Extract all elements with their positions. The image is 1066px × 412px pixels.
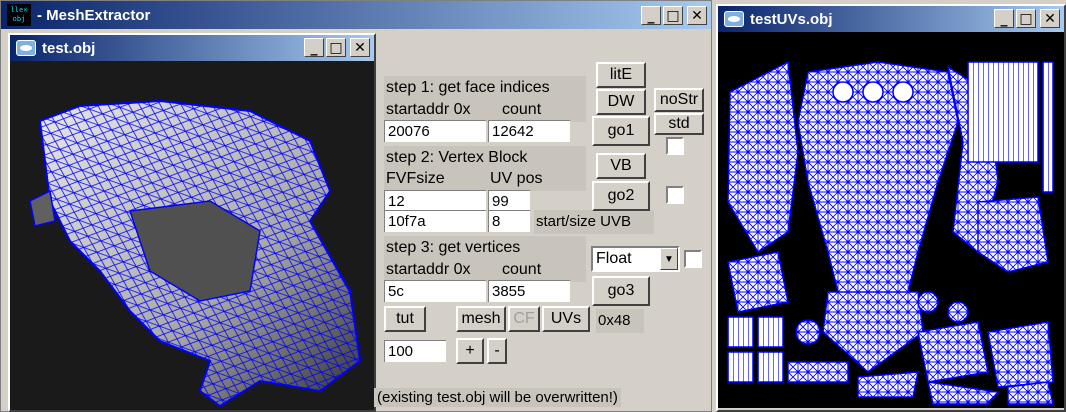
minimize-button[interactable]: _ [304, 38, 324, 57]
close-button[interactable]: ✕ [1040, 9, 1060, 28]
step2-fvfsize-label: FVFsize [384, 167, 488, 191]
step2-uvpos-input[interactable]: 99 [488, 190, 530, 212]
option-checkbox-2[interactable] [666, 186, 684, 204]
mesh-button[interactable]: mesh [456, 306, 506, 332]
overwrite-warning: (existing test.obj will be overwritten!) [374, 388, 621, 407]
step1-startaddr-label: startaddr 0x [384, 98, 488, 122]
mesh-viewer-window: test.obj _ □ ✕ [8, 33, 376, 412]
go2-button[interactable]: go2 [592, 181, 650, 211]
format-select-value: Float [596, 250, 632, 267]
dw-button[interactable]: DW [596, 89, 646, 115]
uv-viewer-title: testUVs.obj [750, 10, 833, 28]
mesh-viewer-titlebar[interactable]: test.obj _ □ ✕ [10, 35, 374, 61]
go3-button[interactable]: go3 [592, 276, 650, 306]
step1-count-input[interactable]: 12642 [488, 120, 570, 142]
step3-label: step 3: get vertices [384, 236, 586, 260]
hex-size-label: 0x48 [596, 309, 644, 333]
step3-count-label: count [488, 258, 586, 282]
mesh-viewport[interactable] [10, 61, 374, 410]
option-checkbox-3[interactable] [684, 250, 702, 268]
go1-button[interactable]: go1 [592, 116, 650, 146]
car-mesh [29, 99, 362, 408]
vb-button[interactable]: VB [596, 153, 646, 179]
close-button[interactable]: ✕ [350, 38, 370, 57]
step2-fvfsize-input[interactable]: 12 [384, 190, 486, 212]
app-logo-icon: lle× obj [7, 4, 31, 26]
maximize-button[interactable]: □ [326, 38, 346, 57]
close-button[interactable]: ✕ [687, 6, 707, 25]
step2-address-input[interactable]: 10f7a [384, 210, 486, 232]
uvs-button[interactable]: UVs [542, 306, 590, 332]
scale-input[interactable]: 100 [384, 340, 446, 362]
lite-button[interactable]: litE [596, 62, 646, 88]
chevron-down-icon[interactable]: ▼ [660, 248, 678, 270]
uv-viewer-titlebar[interactable]: testUVs.obj _ □ ✕ [718, 6, 1064, 32]
step3-startaddr-input[interactable]: 5c [384, 280, 486, 302]
step1-startaddr-input[interactable]: 20076 [384, 120, 486, 142]
step2-uvpos-label: UV pos [488, 167, 586, 191]
nostr-button[interactable]: noStr [654, 88, 704, 112]
startsize-uvb-label: start/size UVB [534, 210, 654, 234]
tut-button[interactable]: tut [384, 306, 426, 332]
window-icon [16, 40, 36, 56]
maximize-button[interactable]: □ [1016, 9, 1036, 28]
uv-viewer-window: testUVs.obj _ □ ✕ [716, 4, 1066, 412]
step1-count-label: count [488, 98, 586, 122]
plus-button[interactable]: + [456, 338, 484, 364]
step2-size-input[interactable]: 8 [488, 210, 530, 232]
uv-viewport[interactable] [718, 32, 1064, 408]
mesh-viewer-title: test.obj [42, 39, 96, 57]
main-titlebar[interactable]: lle× obj - MeshExtractor _ □ ✕ [1, 1, 711, 29]
std-button[interactable]: std [654, 113, 704, 135]
step3-startaddr-label: startaddr 0x [384, 258, 488, 282]
minimize-button[interactable]: _ [994, 9, 1014, 28]
minimize-button[interactable]: _ [641, 6, 661, 25]
maximize-button[interactable]: □ [663, 6, 683, 25]
window-icon [724, 11, 744, 27]
step1-label: step 1: get face indices [384, 76, 586, 100]
cf-button[interactable]: CF [508, 306, 540, 332]
option-checkbox-1[interactable] [666, 137, 684, 155]
main-window-title: - MeshExtractor [37, 6, 151, 24]
step3-count-input[interactable]: 3855 [488, 280, 570, 302]
minus-button[interactable]: - [487, 338, 507, 364]
uv-islands [727, 60, 1054, 405]
format-select[interactable]: Float ▼ [591, 246, 680, 272]
